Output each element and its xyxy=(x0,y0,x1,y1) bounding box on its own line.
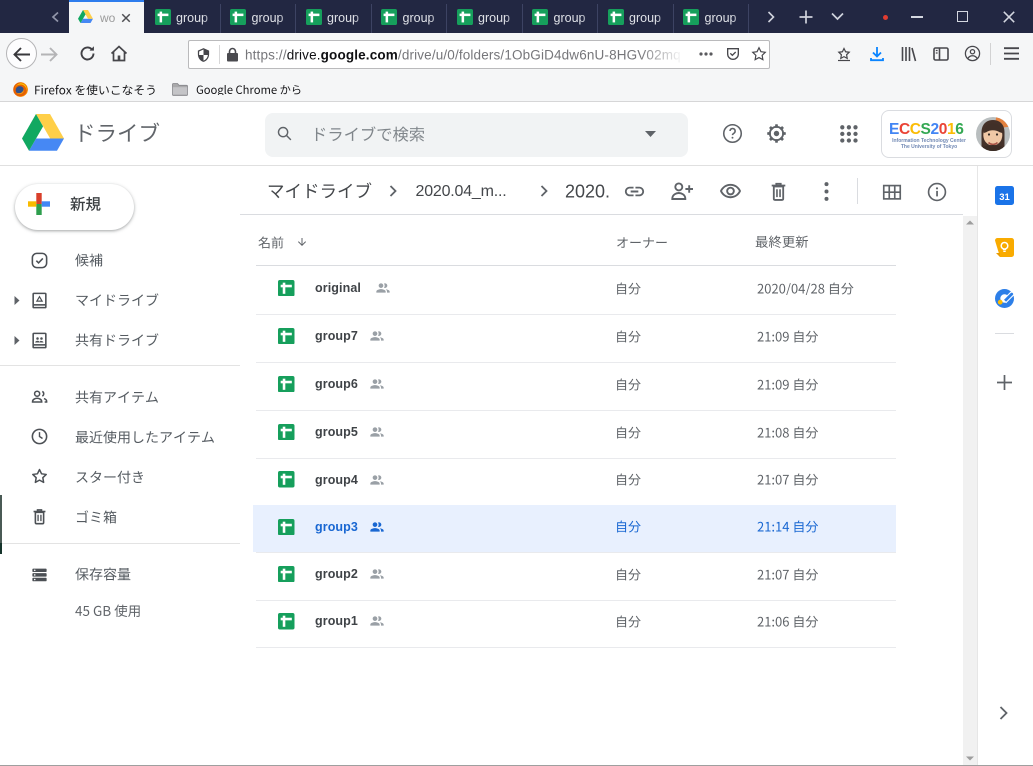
svg-text:31: 31 xyxy=(999,192,1010,203)
